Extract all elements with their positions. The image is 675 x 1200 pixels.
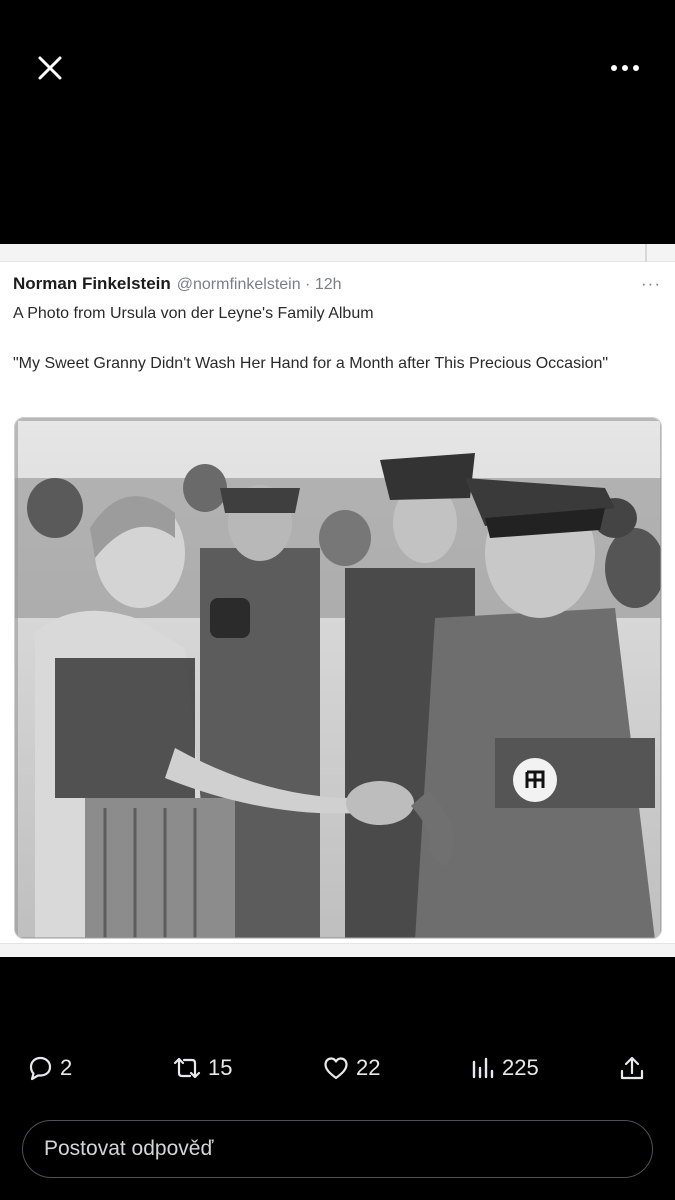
screenshot-bottom-edge: [0, 943, 675, 957]
share-upload-icon: [620, 1056, 644, 1080]
views-chart-icon: [472, 1057, 494, 1079]
repost-button[interactable]: 15: [172, 1046, 232, 1090]
repost-count: 15: [208, 1055, 233, 1080]
tweet-header: Norman Finkelstein @normfinkelstein · 12…: [13, 274, 661, 300]
tweet-more-icon: ···: [641, 274, 661, 293]
close-button[interactable]: [22, 40, 78, 96]
reply-placeholder: Postovat odpověď: [44, 1137, 214, 1160]
screenshot-top-edge: [0, 244, 675, 262]
tweet-action-bar: 2 15 22 225: [0, 1046, 675, 1090]
like-count: 22: [356, 1055, 381, 1080]
reply-button[interactable]: 2: [26, 1046, 72, 1090]
tweet-screenshot-image[interactable]: Norman Finkelstein @normfinkelstein · 12…: [0, 244, 675, 957]
heart-icon: [324, 1057, 348, 1080]
views-button[interactable]: 225: [470, 1046, 539, 1090]
tweet-text-quote: "My Sweet Granny Didn't Wash Her Hand fo…: [13, 355, 609, 372]
like-button[interactable]: 22: [322, 1046, 380, 1090]
close-icon: [38, 56, 62, 80]
author-handle-time: @normfinkelstein · 12h: [176, 276, 342, 293]
author-name: Norman Finkelstein: [13, 274, 171, 293]
more-dots-icon: [611, 65, 639, 71]
media-viewer: Norman Finkelstein @normfinkelstein · 12…: [0, 0, 675, 1200]
photo-illustration: [15, 418, 661, 938]
reply-input[interactable]: Postovat odpověď: [22, 1120, 653, 1178]
more-options-button[interactable]: [597, 40, 653, 96]
views-count: 225: [502, 1055, 539, 1080]
repost-icon: [173, 1057, 201, 1079]
share-button[interactable]: [618, 1046, 646, 1090]
tweet-text-title: A Photo from Ursula von der Leyne's Fami…: [13, 305, 374, 322]
reply-count: 2: [60, 1055, 73, 1080]
historical-photo: [14, 417, 662, 939]
reply-icon: [29, 1056, 52, 1081]
